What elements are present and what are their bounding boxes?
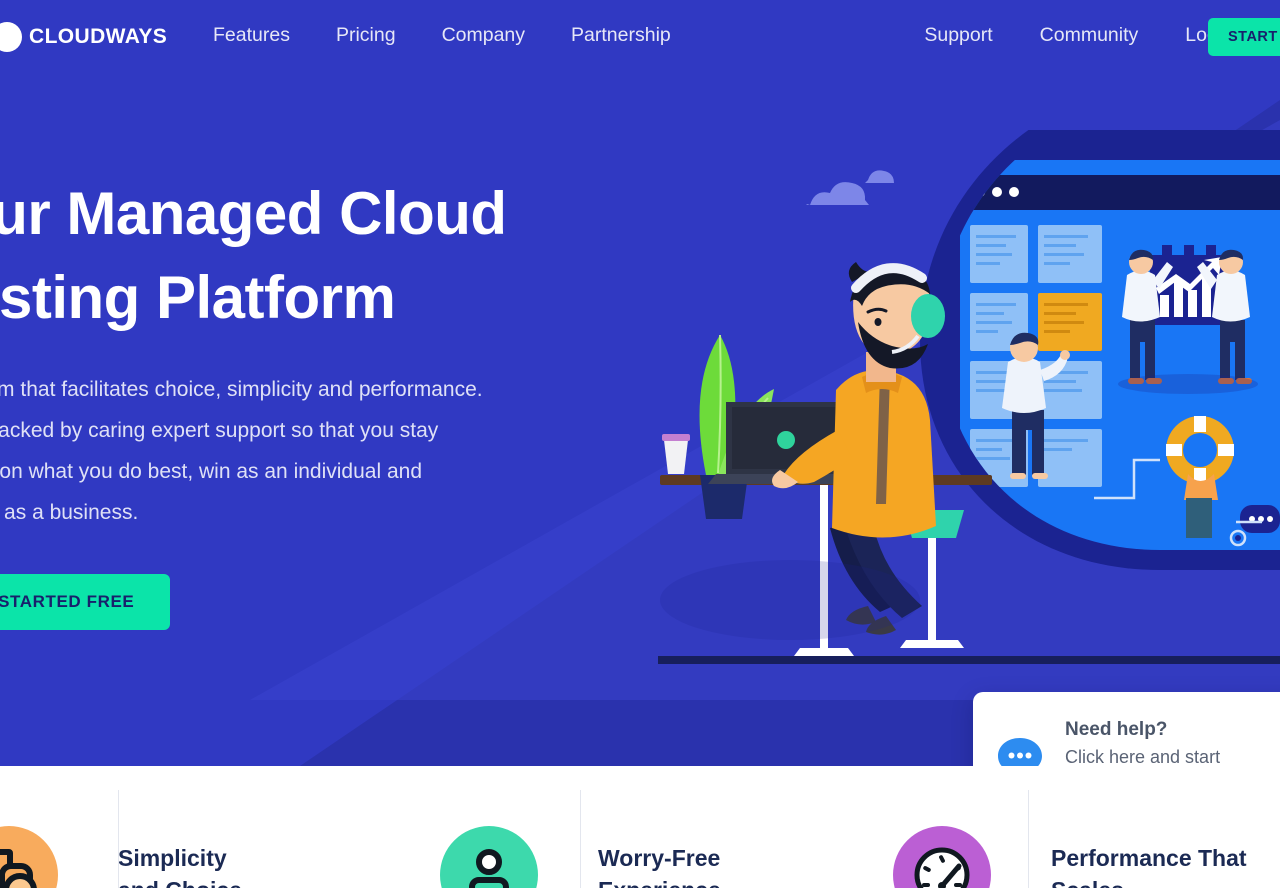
nav-link-support[interactable]: Support — [924, 24, 992, 47]
chat-widget-body: Click here and start chatting with us! — [1065, 747, 1221, 766]
shapes-choice-icon — [0, 826, 58, 888]
cloud-circle-logo-icon — [0, 22, 22, 52]
hero-section: CLOUDWAYS Features Pricing Company Partn… — [0, 0, 1280, 766]
top-navigation-bar: CLOUDWAYS Features Pricing Company Partn… — [0, 0, 1280, 74]
feature-item-performance[interactable]: Performance That Scales — [893, 826, 1247, 888]
nav-link-pricing[interactable]: Pricing — [336, 24, 396, 47]
feature-label-worry-free: Worry-Free Experience — [598, 845, 721, 888]
feature-divider-3 — [1028, 790, 1029, 888]
person-support-icon — [440, 826, 538, 888]
feature-divider-2 — [580, 790, 581, 888]
hero-subtitle: A platform that facilitates choice, simp… — [0, 378, 483, 524]
nav-link-partnership[interactable]: Partnership — [571, 24, 671, 47]
brand-name: CLOUDWAYS — [29, 25, 168, 48]
brand-logo[interactable]: CLOUDWAYS — [0, 22, 167, 52]
speedometer-gauge-icon — [893, 826, 991, 888]
chat-widget-title: Need help? — [1065, 719, 1168, 741]
landing-page: CLOUDWAYS Features Pricing Company Partn… — [0, 0, 1280, 888]
nav-link-company[interactable]: Company — [442, 24, 525, 47]
feature-label-performance: Performance That Scales — [1051, 845, 1247, 888]
nav-link-features[interactable]: Features — [213, 24, 290, 47]
start-free-button[interactable]: START FREE — [1208, 18, 1280, 56]
get-started-free-button[interactable]: GET STARTED FREE — [0, 573, 171, 630]
chat-bubble-icon — [995, 733, 1045, 766]
nav-link-community[interactable]: Community — [1040, 24, 1139, 47]
feature-divider-1 — [118, 790, 119, 888]
primary-nav-links: Features Pricing Company Partnership — [213, 24, 671, 47]
chat-widget-text: Need help? Click here and start chatting… — [1065, 719, 1220, 766]
feature-label-simplicity: Simplicity and Choice — [118, 845, 242, 888]
chat-widget[interactable]: Need help? Click here and start chatting… — [973, 692, 1280, 766]
feature-item-simplicity[interactable]: Simplicity and Choice — [0, 826, 242, 888]
page-title: Your Managed Cloud Hosting Platform — [0, 180, 507, 331]
hero-illustration — [640, 130, 1280, 675]
features-strip: Simplicity and Choice Worry-Free Experie… — [0, 766, 1280, 888]
hero-content: Your Managed Cloud Hosting Platform A pl… — [0, 172, 620, 630]
